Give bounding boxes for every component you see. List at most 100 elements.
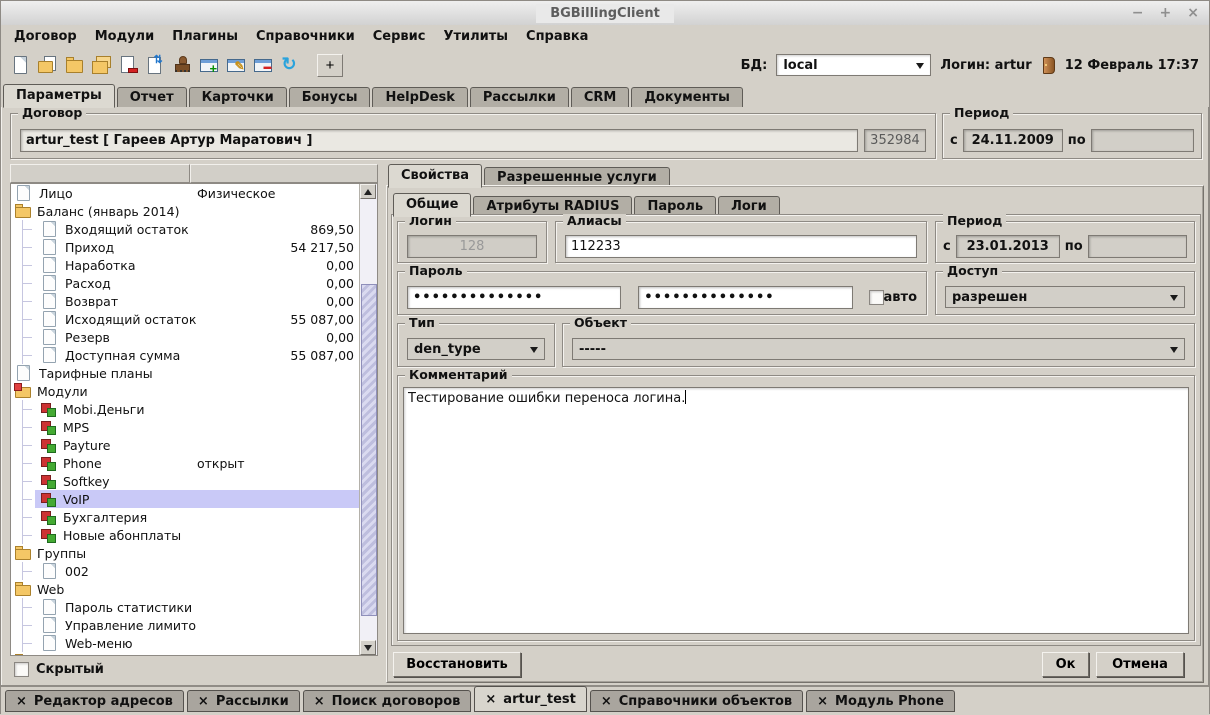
tree-item[interactable]: Резерв 0,00 [11, 328, 359, 346]
scroll-down-button[interactable] [360, 640, 376, 655]
workspace-tab-Справочники объектов[interactable]: × Справочники объектов [590, 690, 803, 712]
close-icon[interactable]: × [1187, 6, 1199, 20]
menu-Утилиты[interactable]: Утилиты [434, 27, 517, 46]
minimize-icon[interactable]: − [1132, 6, 1144, 20]
tree-column-header[interactable] [190, 164, 378, 183]
period-to-field[interactable] [1091, 129, 1194, 152]
menu-Модули[interactable]: Модули [86, 27, 163, 46]
tab-Свойства[interactable]: Свойства [388, 164, 482, 188]
ok-button[interactable]: Ок [1042, 652, 1089, 677]
tree-item[interactable]: Приход 54 217,50 [11, 238, 359, 256]
tree-item[interactable]: VoIP [11, 490, 359, 508]
tree-item[interactable]: Новые абонплаты [11, 526, 359, 544]
logout-door-icon[interactable] [1041, 56, 1056, 74]
tree-item[interactable]: Наработка 0,00 [11, 256, 359, 274]
object-select[interactable]: ----- [572, 338, 1185, 360]
workspace-tab-Редактор адресов[interactable]: × Редактор адресов [5, 690, 184, 712]
comment-textarea[interactable]: Тестирование ошибки переноса логина. [403, 387, 1189, 634]
db-select[interactable]: local [776, 54, 931, 76]
menu-Справочники[interactable]: Справочники [247, 27, 364, 46]
tree-item[interactable]: Входящий остаток 869,50 [11, 220, 359, 238]
tree-item[interactable]: Возврат 0,00 [11, 292, 359, 310]
tree-item[interactable]: Web [11, 580, 359, 598]
login-period-from-field[interactable]: 23.01.2013 [956, 235, 1060, 258]
contract-field[interactable]: artur_test [ Гареев Артур Маратович ] [20, 129, 858, 152]
tree-item[interactable]: Web-меню [11, 634, 359, 652]
tree-item[interactable]: Баланс (январь 2014) [11, 202, 359, 220]
tree-item[interactable]: Softkey [11, 472, 359, 490]
tree-item[interactable]: Тарифные планы [11, 364, 359, 382]
password-field-1[interactable]: •••••••••••••• [407, 286, 621, 309]
delete-window-button[interactable] [249, 52, 276, 79]
auto-password-checkbox[interactable] [869, 290, 884, 305]
menu-Сервис[interactable]: Сервис [364, 27, 435, 46]
workspace-tab-Модуль Phone[interactable]: × Модуль Phone [806, 690, 955, 712]
workspace-tab-Поиск договоров[interactable]: × Поиск договоров [303, 690, 472, 712]
tree-item[interactable]: Доступная сумма 55 087,00 [11, 346, 359, 364]
close-icon[interactable]: × [16, 694, 27, 709]
tab-Документы[interactable]: Документы [631, 87, 743, 107]
access-select[interactable]: разрешен [945, 286, 1185, 308]
sync-document-button[interactable] [141, 52, 168, 79]
tree-item[interactable]: Исходящий остаток 55 087,00 [11, 310, 359, 328]
folder-button[interactable] [60, 52, 87, 79]
tab-Пароль[interactable]: Пароль [634, 196, 716, 216]
close-icon[interactable]: × [198, 694, 209, 709]
tab-Разрешенные услуги[interactable]: Разрешенные услуги [484, 167, 670, 187]
tab-HelpDesk[interactable]: HelpDesk [372, 87, 467, 107]
tab-Бонусы[interactable]: Бонусы [289, 87, 371, 107]
folders-button[interactable] [87, 52, 114, 79]
tree-item[interactable]: Лицо Физическое [11, 184, 359, 202]
scroll-up-button[interactable] [360, 184, 376, 199]
tab-Отчет[interactable]: Отчет [117, 87, 187, 107]
tree-item[interactable]: MPS [11, 418, 359, 436]
workspace-tab-Рассылки[interactable]: × Рассылки [187, 690, 300, 712]
type-select[interactable]: den_type [407, 338, 545, 360]
maximize-icon[interactable]: + [1160, 6, 1172, 20]
menu-Справка[interactable]: Справка [517, 27, 597, 46]
tab-Логи[interactable]: Логи [718, 196, 780, 216]
add-tab-button[interactable]: + [317, 54, 343, 77]
close-icon[interactable]: × [817, 694, 828, 709]
restore-button[interactable]: Восстановить [393, 652, 521, 677]
tab-Карточки[interactable]: Карточки [189, 87, 287, 107]
tree-item[interactable]: Phone открыт [11, 454, 359, 472]
tree-column-header[interactable] [10, 164, 190, 183]
tab-Параметры[interactable]: Параметры [3, 84, 115, 108]
tree-item[interactable]: Payture [11, 436, 359, 454]
period-from-field[interactable]: 24.11.2009 [963, 129, 1063, 152]
menu-Договор[interactable]: Договор [5, 27, 86, 46]
tab-Рассылки[interactable]: Рассылки [470, 87, 569, 107]
menu-Плагины[interactable]: Плагины [163, 27, 247, 46]
tree-item[interactable]: Бухгалтерия [11, 508, 359, 526]
open-document-button[interactable] [33, 52, 60, 79]
password-field-2[interactable]: •••••••••••••• [638, 286, 852, 309]
tree-item[interactable]: 002 [11, 562, 359, 580]
close-icon[interactable]: × [601, 694, 612, 709]
tree-item[interactable]: Модули [11, 382, 359, 400]
tree-item[interactable]: Mobi.Деньги [11, 400, 359, 418]
login-period-to-field[interactable] [1088, 235, 1187, 258]
contract-value: artur_test [ Гареев Артур Маратович ] [26, 133, 312, 148]
tree-scrollbar[interactable] [359, 184, 377, 655]
tab-CRM[interactable]: CRM [571, 87, 630, 107]
close-icon[interactable]: × [314, 694, 325, 709]
stamp-button[interactable] [168, 52, 195, 79]
hidden-checkbox[interactable] [14, 662, 29, 677]
add-window-button[interactable] [195, 52, 222, 79]
scrollbar-thumb[interactable] [361, 284, 377, 616]
aliases-field[interactable]: 112233 [565, 235, 917, 258]
new-document-button[interactable] [6, 52, 33, 79]
cancel-button[interactable]: Отмена [1096, 652, 1184, 677]
workspace-tab-artur_test[interactable]: × artur_test [474, 686, 586, 712]
tree-item[interactable]: Расход 0,00 [11, 274, 359, 292]
tree-item[interactable]: Пароль статистики [11, 598, 359, 616]
tree-item[interactable]: Управление лимито [11, 616, 359, 634]
refresh-button[interactable] [276, 52, 303, 79]
tree-item[interactable] [11, 652, 359, 655]
tab-Общие[interactable]: Общие [393, 193, 471, 217]
tree-item[interactable]: Группы [11, 544, 359, 562]
edit-window-button[interactable] [222, 52, 249, 79]
close-icon[interactable]: × [485, 692, 496, 707]
delete-document-button[interactable] [114, 52, 141, 79]
